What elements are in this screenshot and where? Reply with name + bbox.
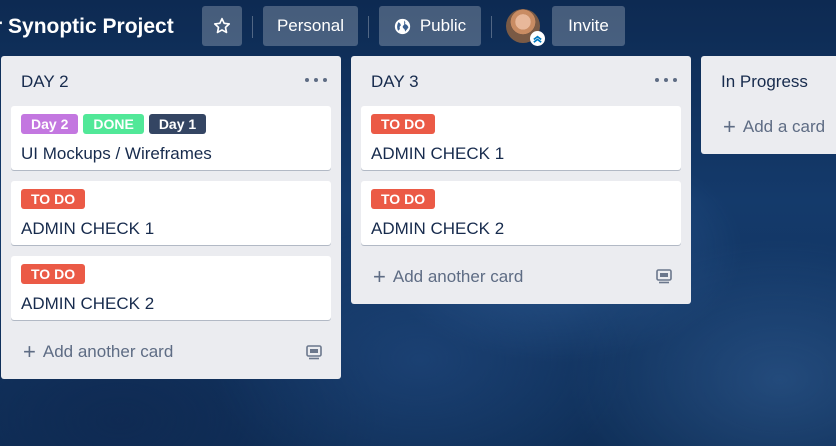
board-title[interactable]: r Synoptic Project	[0, 13, 174, 41]
visibility-button[interactable]: Public	[379, 6, 481, 46]
list-menu-icon[interactable]	[305, 70, 327, 90]
card-title: ADMIN CHECK 2	[371, 219, 505, 238]
plus-icon: +	[23, 339, 36, 364]
star-button[interactable]	[202, 6, 242, 46]
card-labels: TO DO	[371, 114, 436, 134]
list-title[interactable]: DAY 2	[21, 70, 69, 94]
label-to-do[interactable]: TO DO	[371, 189, 436, 209]
label-day-2[interactable]: Day 2	[21, 114, 79, 134]
label-to-do[interactable]: TO DO	[21, 264, 86, 284]
card-title: UI Mockups / Wireframes	[21, 144, 212, 163]
invite-label: Invite	[568, 16, 609, 35]
invite-button[interactable]: Invite	[552, 6, 625, 46]
card-labels: TO DO	[21, 189, 86, 209]
personal-label: Personal	[276, 16, 345, 35]
card-title: ADMIN CHECK 1	[21, 219, 155, 238]
header-divider	[491, 16, 492, 38]
list-title[interactable]: In Progress	[721, 70, 808, 94]
label-done[interactable]: DONE	[83, 114, 144, 134]
add-card-button[interactable]: + Add another card	[373, 265, 523, 289]
card-template-icon[interactable]	[655, 268, 673, 284]
card[interactable]: TO DO ADMIN CHECK 1	[361, 106, 681, 170]
globe-icon	[394, 18, 410, 34]
header-divider	[368, 16, 369, 38]
card-labels: Day 2 DONE Day 1	[21, 114, 207, 134]
add-card-button[interactable]: + Add a card	[723, 115, 825, 139]
personal-button[interactable]: Personal	[263, 6, 358, 46]
card[interactable]: Day 2 DONE Day 1 UI Mockups / Wireframes	[11, 106, 331, 170]
list-day-2: DAY 2 Day 2 DONE Day 1 UI Mockups / Wire…	[1, 56, 341, 379]
add-card-label: Add another card	[42, 342, 174, 361]
add-card-button[interactable]: + Add another card	[23, 340, 173, 364]
list-in-progress: In Progress + Add a card	[701, 56, 836, 154]
label-to-do[interactable]: TO DO	[371, 114, 436, 134]
card-title: ADMIN CHECK 1	[371, 144, 505, 163]
header-divider	[252, 16, 253, 38]
card-title: ADMIN CHECK 2	[21, 294, 155, 313]
label-day-1[interactable]: Day 1	[148, 114, 207, 134]
add-card-label: Add a card	[742, 117, 826, 136]
label-to-do[interactable]: TO DO	[21, 189, 86, 209]
list-title[interactable]: DAY 3	[371, 70, 419, 94]
card[interactable]: TO DO ADMIN CHECK 2	[11, 256, 331, 320]
admin-badge-icon	[530, 31, 545, 46]
list-menu-icon[interactable]	[655, 70, 677, 90]
public-label: Public	[419, 16, 467, 35]
card-template-icon[interactable]	[305, 344, 323, 360]
card[interactable]: TO DO ADMIN CHECK 2	[361, 181, 681, 245]
card-labels: TO DO	[21, 264, 86, 284]
card[interactable]: TO DO ADMIN CHECK 1	[11, 181, 331, 245]
list-day-3: DAY 3 TO DO ADMIN CHECK 1 TO DO ADMIN CH…	[351, 56, 691, 304]
card-labels: TO DO	[371, 189, 436, 209]
star-icon	[213, 17, 231, 34]
plus-icon: +	[723, 114, 736, 139]
plus-icon: +	[373, 264, 386, 289]
board-header: r Synoptic Project Personal Public Invit…	[0, 0, 836, 54]
add-card-label: Add another card	[392, 267, 524, 286]
